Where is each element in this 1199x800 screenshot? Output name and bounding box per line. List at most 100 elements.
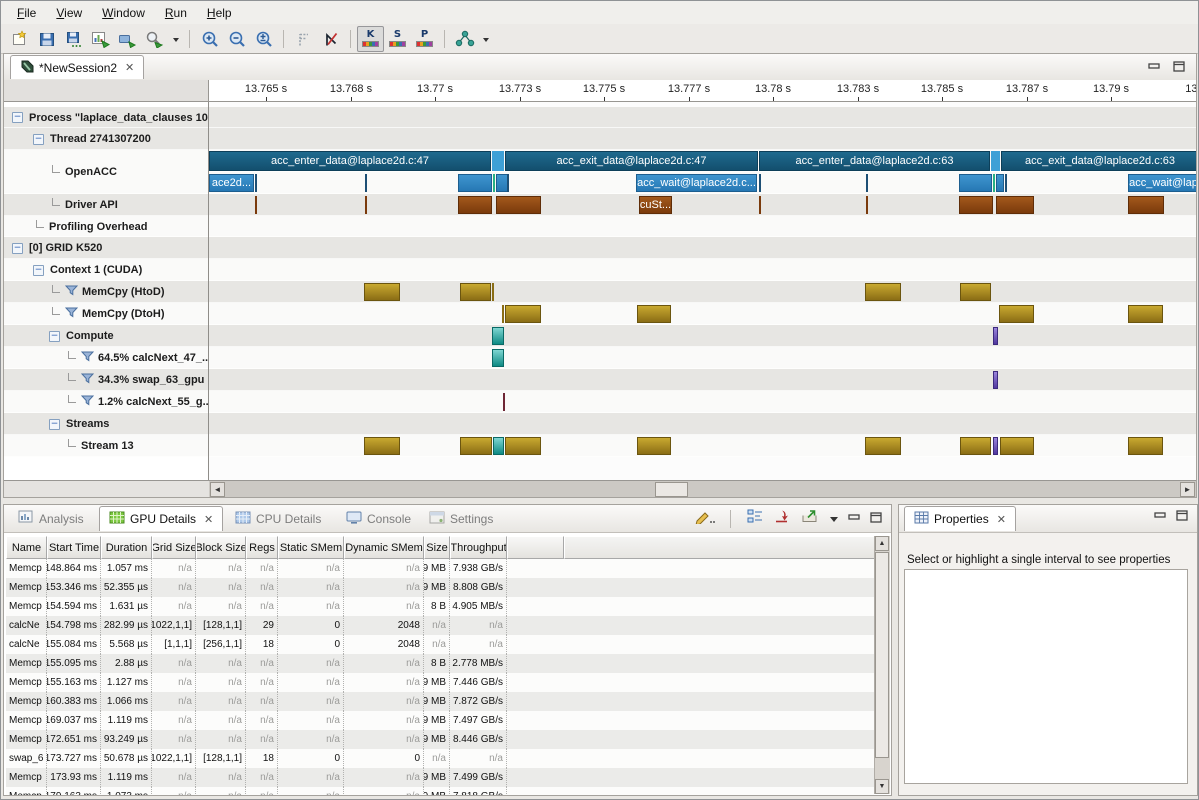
collapse-icon[interactable]: −: [12, 243, 23, 254]
timeline-bar[interactable]: [637, 305, 671, 323]
timeline-bar[interactable]: [993, 437, 998, 455]
timeline-bar[interactable]: [493, 437, 504, 455]
collapse-icon[interactable]: −: [33, 134, 44, 145]
table-row[interactable]: Memcp172.651 ms93.249 µsn/an/an/an/an/a9…: [6, 730, 874, 749]
timeline-bar[interactable]: [364, 437, 400, 455]
pencil-button[interactable]: [694, 508, 715, 529]
caret-icon[interactable]: [478, 26, 493, 52]
timeline-bar[interactable]: acc_wait@laplace2d.c...: [636, 174, 757, 192]
tree-item-0-grid-k520[interactable]: −[0] GRID K520: [4, 237, 209, 259]
scroll-up-arrow[interactable]: ▲: [875, 536, 889, 551]
scroll-down-arrow[interactable]: ▼: [875, 779, 889, 794]
menu-help[interactable]: Help: [197, 3, 242, 23]
collapse-icon[interactable]: −: [49, 331, 60, 342]
tree-item-context-1-cuda[interactable]: −Context 1 (CUDA): [4, 259, 209, 281]
tree-item-process-laplace-data-clauses-10[interactable]: −Process "laplace_data_clauses 10...: [4, 107, 209, 128]
save-all-button[interactable]: [60, 26, 87, 52]
table-row[interactable]: Memcp160.383 ms1.066 msn/an/an/an/an/a9 …: [6, 692, 874, 711]
tab-settings[interactable]: Settings: [420, 506, 502, 531]
timeline-bar[interactable]: [365, 174, 367, 192]
table-row[interactable]: Memcp169.037 ms1.119 msn/an/an/an/an/a9 …: [6, 711, 874, 730]
timeline-bar[interactable]: [996, 196, 1034, 214]
timeline-bar[interactable]: [458, 174, 492, 192]
tri-down-button[interactable]: [829, 510, 839, 528]
timeline-bar[interactable]: cuSt...: [639, 196, 672, 214]
timeline-bar[interactable]: [865, 437, 901, 455]
timeline-bar[interactable]: [759, 174, 761, 192]
timeline-bar[interactable]: [492, 349, 504, 367]
marker-f-button[interactable]: [290, 26, 317, 52]
tree-item-thread-2741307200[interactable]: −Thread 2741307200: [4, 128, 209, 150]
timeline-bar[interactable]: [866, 196, 868, 214]
table-row[interactable]: calcNe154.798 ms282.99 µs1022,1,1][128,1…: [6, 616, 874, 635]
timeline-bar[interactable]: [493, 174, 495, 192]
tree-item-memcpy-htod[interactable]: MemCpy (HtoD): [4, 281, 209, 303]
maximize-button[interactable]: [870, 510, 883, 528]
table-row[interactable]: Memcp155.095 ms2.88 µsn/an/an/an/an/a8 B…: [6, 654, 874, 673]
outline-button[interactable]: [746, 508, 764, 529]
scroll-thumb[interactable]: [655, 482, 688, 497]
new-session-button[interactable]: [6, 26, 33, 52]
timeline-bar[interactable]: [458, 196, 492, 214]
column-header-size[interactable]: Size: [424, 536, 450, 559]
timeline-row-stream-13[interactable]: [209, 435, 1196, 457]
btn-k-button[interactable]: K: [357, 26, 384, 52]
column-header-block-size[interactable]: Block Size: [196, 536, 246, 559]
timeline-bar[interactable]: [505, 305, 541, 323]
timeline-bar[interactable]: [993, 371, 998, 389]
marker-k-button[interactable]: [317, 26, 344, 52]
tree-item-openacc[interactable]: OpenACC: [4, 150, 209, 194]
timeline-row-kernel-calcnext55[interactable]: [209, 391, 1196, 413]
table-row[interactable]: calcNe155.084 ms5.568 µs[1,1,1][256,1,1]…: [6, 635, 874, 654]
red-arrow-button[interactable]: [773, 508, 791, 529]
minimize-button[interactable]: [848, 510, 861, 528]
timeline-bar[interactable]: [492, 151, 504, 171]
timeline-bar[interactable]: [496, 196, 541, 214]
timeline-bar[interactable]: [503, 393, 505, 411]
analyze-button[interactable]: [87, 26, 114, 52]
timeline-bar[interactable]: acc_enter_data@laplace2d.c:47: [209, 151, 491, 171]
timeline-bar[interactable]: [492, 283, 494, 301]
timeline-bar[interactable]: [460, 283, 491, 301]
zoom-out-button[interactable]: [223, 26, 250, 52]
timeline-row-memcpy-dtoh[interactable]: [209, 303, 1196, 325]
minimize-icon[interactable]: [1148, 59, 1161, 77]
timeline-row-process[interactable]: [209, 107, 1196, 128]
timeline-bar[interactable]: [255, 196, 257, 214]
minimize-icon[interactable]: [1154, 508, 1167, 526]
table-row[interactable]: Memcp154.594 ms1.631 µsn/an/an/an/an/a8 …: [6, 597, 874, 616]
collapse-icon[interactable]: −: [49, 419, 60, 430]
timeline-bar[interactable]: [959, 196, 993, 214]
table-row[interactable]: Memcp148.864 ms1.057 msn/an/an/an/an/a9 …: [6, 559, 874, 578]
column-header-throughput[interactable]: Throughput: [450, 536, 507, 559]
tree-item-34-3-swap-63-gpu[interactable]: 34.3% swap_63_gpu: [4, 369, 209, 391]
tree-item-compute[interactable]: −Compute: [4, 325, 209, 347]
timeline-h-scrollbar[interactable]: ◄ ►: [209, 480, 1196, 497]
gpu-table-v-scrollbar[interactable]: ▲ ▼: [874, 536, 890, 794]
timeline-row-context-1[interactable]: [209, 259, 1196, 281]
timeline-bar[interactable]: [492, 327, 504, 345]
column-header-static-smem[interactable]: Static SMem: [278, 536, 344, 559]
collapse-icon[interactable]: −: [33, 265, 44, 276]
scroll-thumb[interactable]: [875, 552, 889, 758]
caret-icon[interactable]: [168, 26, 183, 52]
tree-item-1-2-calcnext-55-g[interactable]: 1.2% calcNext_55_g...: [4, 391, 209, 413]
column-header-grid-size[interactable]: Grid Size: [152, 536, 196, 559]
table-row[interactable]: Memcp155.163 ms1.127 msn/an/an/an/an/a9 …: [6, 673, 874, 692]
timeline-bar[interactable]: [637, 437, 671, 455]
close-icon[interactable]: ✕: [204, 513, 213, 526]
collapse-icon[interactable]: −: [12, 112, 23, 123]
timeline-bar[interactable]: [960, 437, 991, 455]
menu-view[interactable]: View: [46, 3, 92, 23]
btn-s-button[interactable]: S: [384, 26, 411, 52]
tree-item-stream-13[interactable]: Stream 13: [4, 435, 209, 457]
table-row[interactable]: Memcp179.163 ms1.073 msn/an/an/an/an/a9 …: [6, 787, 874, 795]
timeline-row-streams[interactable]: [209, 413, 1196, 435]
timeline-row-thread[interactable]: [209, 128, 1196, 150]
save-button[interactable]: [33, 26, 60, 52]
timeline-canvas[interactable]: acc_enter_data@laplace2d.c:47acc_exit_da…: [209, 102, 1196, 480]
close-icon[interactable]: ✕: [997, 513, 1006, 526]
timeline-bar[interactable]: [365, 196, 367, 214]
timeline-bar[interactable]: [505, 437, 541, 455]
timeline-bar[interactable]: [1005, 174, 1007, 192]
